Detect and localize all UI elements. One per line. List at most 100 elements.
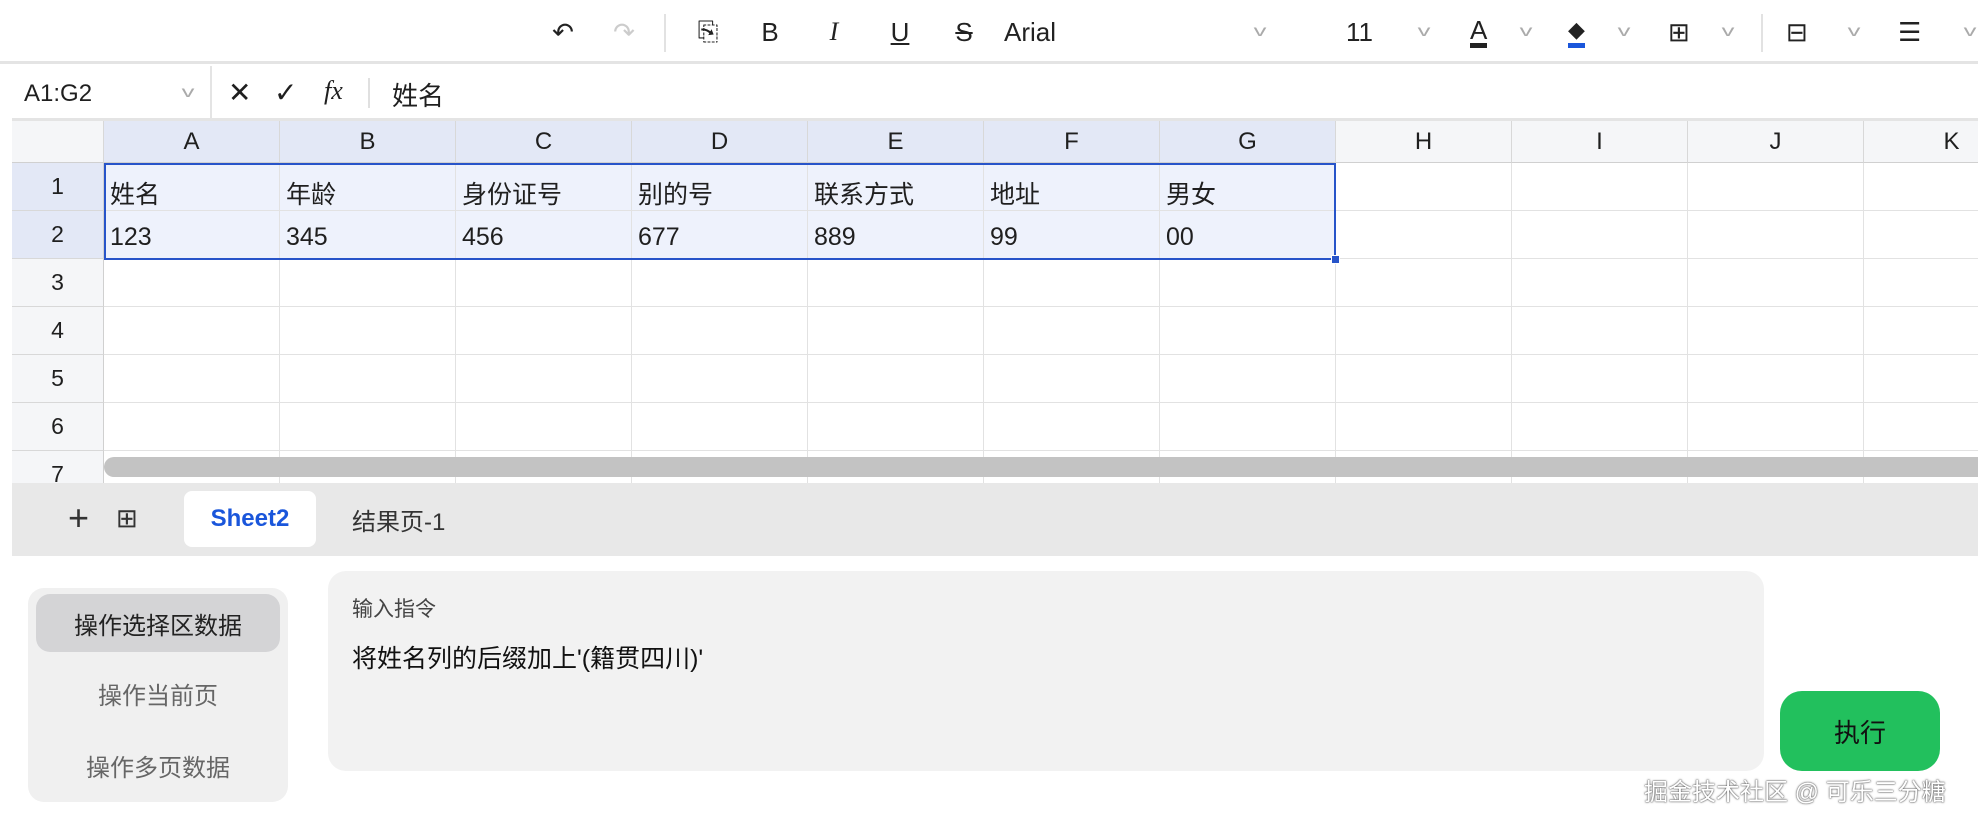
bold-icon[interactable]: B bbox=[752, 14, 788, 50]
command-input-box[interactable]: 输入指令 将姓名列的后缀加上'(籍贯四川)' bbox=[328, 571, 1764, 771]
column-header-b[interactable]: B bbox=[280, 121, 456, 163]
column-header-e[interactable]: E bbox=[808, 121, 984, 163]
format-painter-icon[interactable]: ⎘ bbox=[690, 14, 726, 50]
row-header-1[interactable]: 1 bbox=[12, 163, 104, 211]
font-family-select[interactable]: Arial v bbox=[1004, 14, 1266, 50]
cell-k3[interactable] bbox=[1864, 259, 1978, 307]
italic-icon[interactable]: I bbox=[816, 14, 852, 50]
cell-b3[interactable] bbox=[280, 259, 456, 307]
column-header-a[interactable]: A bbox=[104, 121, 280, 163]
cell-g3[interactable] bbox=[1160, 259, 1336, 307]
cell-b6[interactable] bbox=[280, 403, 456, 451]
column-header-h[interactable]: H bbox=[1336, 121, 1512, 163]
row-header-2[interactable]: 2 bbox=[12, 211, 104, 259]
run-button[interactable]: 执行 bbox=[1780, 691, 1940, 771]
font-size-select[interactable]: 11 v bbox=[1346, 14, 1430, 50]
cell-i5[interactable] bbox=[1512, 355, 1688, 403]
cell-f5[interactable] bbox=[984, 355, 1160, 403]
cell-i4[interactable] bbox=[1512, 307, 1688, 355]
merge-cells-button[interactable]: ⊟ v bbox=[1786, 14, 1860, 50]
cell-h1[interactable] bbox=[1336, 163, 1512, 211]
add-sheet-icon[interactable]: + bbox=[68, 497, 89, 539]
cell-g5[interactable] bbox=[1160, 355, 1336, 403]
cell-b5[interactable] bbox=[280, 355, 456, 403]
underline-icon[interactable]: U bbox=[882, 14, 918, 50]
cell-c3[interactable] bbox=[456, 259, 632, 307]
strikethrough-icon[interactable]: S bbox=[946, 14, 982, 50]
cell-j2[interactable] bbox=[1688, 211, 1864, 259]
cell-c5[interactable] bbox=[456, 355, 632, 403]
row-header-5[interactable]: 5 bbox=[12, 355, 104, 403]
undo-icon[interactable]: ↶ bbox=[545, 14, 581, 50]
spreadsheet-grid[interactable]: A B C D E F G H I J K 1 姓名 年龄 身份证号 别的号 联系方式 地址 男女 2 123 345 45… bbox=[12, 121, 1978, 483]
cell-h3[interactable] bbox=[1336, 259, 1512, 307]
mode-multi-page[interactable]: 操作多页数据 bbox=[36, 736, 280, 794]
cell-k2[interactable] bbox=[1864, 211, 1978, 259]
cell-i6[interactable] bbox=[1512, 403, 1688, 451]
fill-handle[interactable] bbox=[1331, 255, 1340, 264]
cell-b4[interactable] bbox=[280, 307, 456, 355]
cell-j1[interactable] bbox=[1688, 163, 1864, 211]
confirm-icon[interactable]: ✓ bbox=[274, 76, 297, 109]
cell-g4[interactable] bbox=[1160, 307, 1336, 355]
cell-e5[interactable] bbox=[808, 355, 984, 403]
sheet-tab-sheet2[interactable]: Sheet2 bbox=[184, 491, 316, 547]
column-header-j[interactable]: J bbox=[1688, 121, 1864, 163]
cell-a4[interactable] bbox=[104, 307, 280, 355]
cell-h4[interactable] bbox=[1336, 307, 1512, 355]
row-header-3[interactable]: 3 bbox=[12, 259, 104, 307]
cell-f6[interactable] bbox=[984, 403, 1160, 451]
borders-button[interactable]: ⊞ v bbox=[1668, 14, 1734, 50]
cell-i2[interactable] bbox=[1512, 211, 1688, 259]
formula-input[interactable]: 姓名 bbox=[392, 76, 444, 113]
cell-j6[interactable] bbox=[1688, 403, 1864, 451]
cell-k4[interactable] bbox=[1864, 307, 1978, 355]
cell-k6[interactable] bbox=[1864, 403, 1978, 451]
cell-d6[interactable] bbox=[632, 403, 808, 451]
name-box[interactable]: A1:G2 v bbox=[24, 80, 194, 108]
column-header-c[interactable]: C bbox=[456, 121, 632, 163]
command-input[interactable]: 将姓名列的后缀加上'(籍贯四川)' bbox=[352, 639, 703, 675]
column-header-g[interactable]: G bbox=[1160, 121, 1336, 163]
sheet-tab-result-1[interactable]: 结果页-1 bbox=[352, 491, 445, 547]
column-header-k[interactable]: K bbox=[1864, 121, 1978, 163]
function-icon[interactable]: fx bbox=[324, 76, 343, 106]
horizontal-scrollbar[interactable] bbox=[104, 457, 1978, 477]
cell-c6[interactable] bbox=[456, 403, 632, 451]
cell-k1[interactable] bbox=[1864, 163, 1978, 211]
cell-e4[interactable] bbox=[808, 307, 984, 355]
redo-icon[interactable]: ↷ bbox=[606, 14, 642, 50]
row-header-7[interactable]: 7 bbox=[12, 451, 104, 483]
cell-a5[interactable] bbox=[104, 355, 280, 403]
text-color-button[interactable]: Av bbox=[1470, 14, 1532, 50]
column-header-d[interactable]: D bbox=[632, 121, 808, 163]
sheet-list-icon[interactable]: ⊞ bbox=[116, 503, 138, 534]
cell-h6[interactable] bbox=[1336, 403, 1512, 451]
cell-d5[interactable] bbox=[632, 355, 808, 403]
cancel-icon[interactable]: ✕ bbox=[228, 76, 251, 109]
cell-f4[interactable] bbox=[984, 307, 1160, 355]
cell-h5[interactable] bbox=[1336, 355, 1512, 403]
cell-j4[interactable] bbox=[1688, 307, 1864, 355]
cell-d4[interactable] bbox=[632, 307, 808, 355]
mode-current-page[interactable]: 操作当前页 bbox=[36, 664, 280, 722]
cell-i1[interactable] bbox=[1512, 163, 1688, 211]
align-button[interactable]: ☰ v bbox=[1898, 14, 1976, 50]
cell-c4[interactable] bbox=[456, 307, 632, 355]
row-header-4[interactable]: 4 bbox=[12, 307, 104, 355]
cell-e3[interactable] bbox=[808, 259, 984, 307]
cell-f3[interactable] bbox=[984, 259, 1160, 307]
mode-selection-data[interactable]: 操作选择区数据 bbox=[36, 594, 280, 652]
cell-a3[interactable] bbox=[104, 259, 280, 307]
corner-cell[interactable] bbox=[12, 121, 104, 163]
cell-d3[interactable] bbox=[632, 259, 808, 307]
cell-e6[interactable] bbox=[808, 403, 984, 451]
cell-j3[interactable] bbox=[1688, 259, 1864, 307]
column-header-i[interactable]: I bbox=[1512, 121, 1688, 163]
cell-h2[interactable] bbox=[1336, 211, 1512, 259]
cell-g6[interactable] bbox=[1160, 403, 1336, 451]
cell-j5[interactable] bbox=[1688, 355, 1864, 403]
column-header-f[interactable]: F bbox=[984, 121, 1160, 163]
cell-k5[interactable] bbox=[1864, 355, 1978, 403]
cell-a6[interactable] bbox=[104, 403, 280, 451]
